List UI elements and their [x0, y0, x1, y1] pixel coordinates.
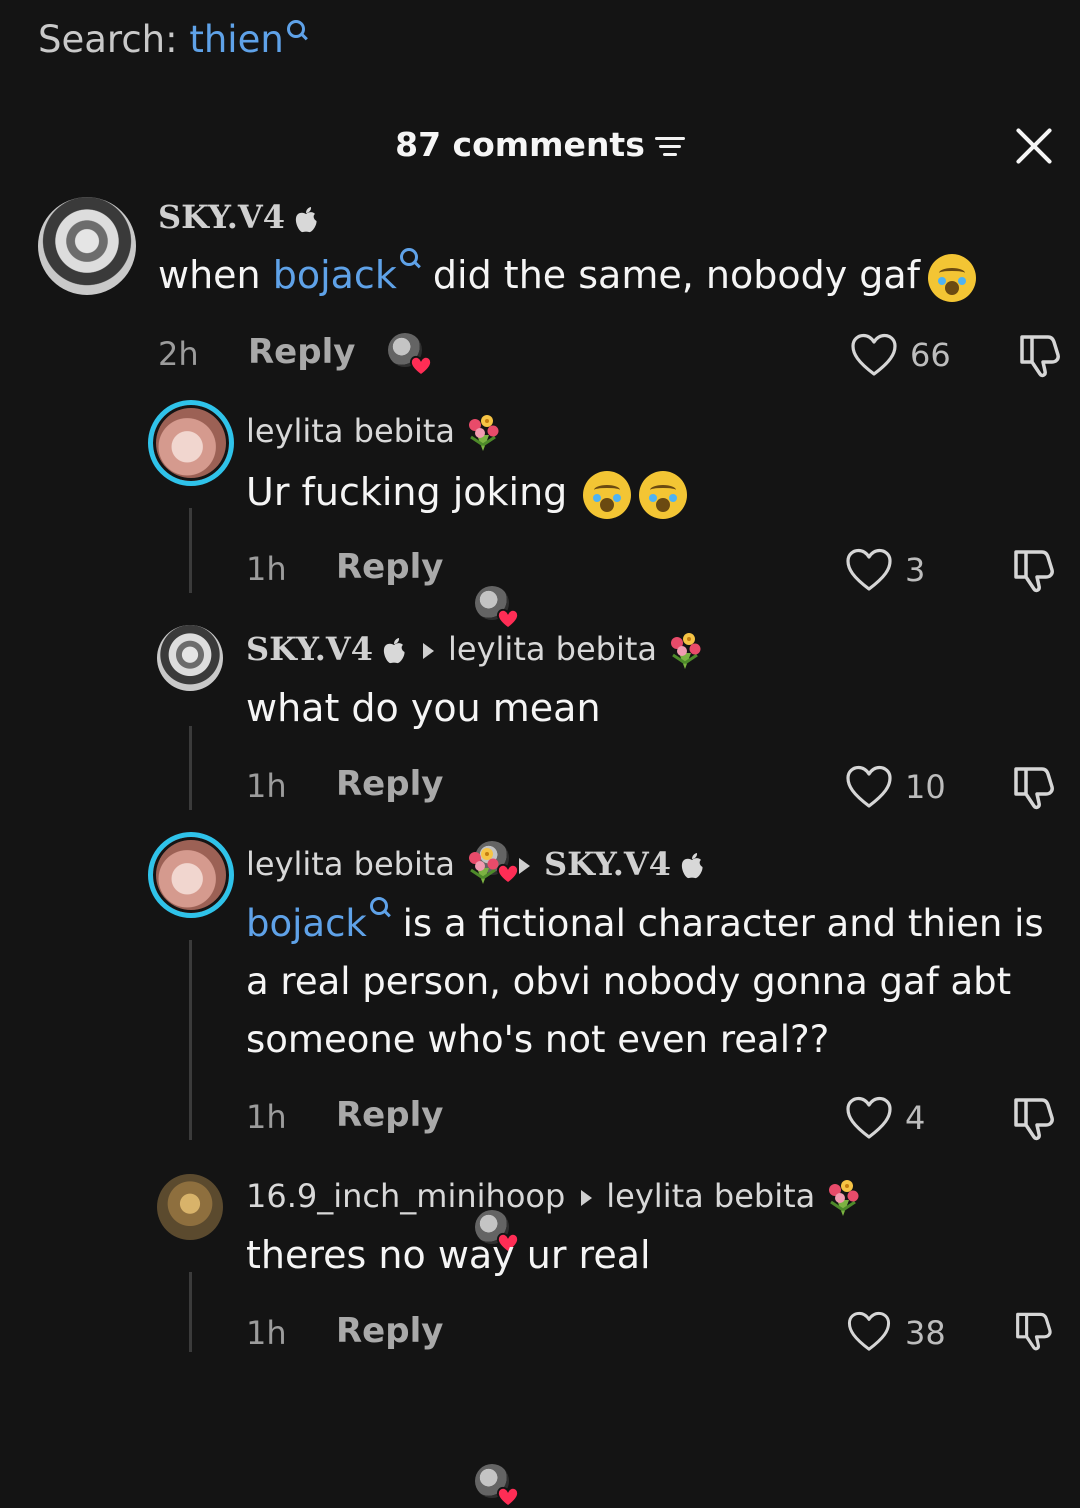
- loudly-crying-emoji: [928, 253, 977, 302]
- apple-icon: [293, 206, 319, 234]
- bouquet-emoji: [665, 631, 705, 671]
- comment-text: when bojack did the same, nobody gaf: [158, 246, 977, 304]
- search-icon: [286, 18, 308, 48]
- reply-button[interactable]: Reply: [336, 764, 443, 804]
- reply-arrow-icon: [581, 1190, 593, 1206]
- creator-liked-icon: [388, 333, 426, 371]
- creator-liked-icon: [475, 1464, 513, 1502]
- comment-text: Ur fucking joking: [246, 463, 688, 521]
- thread-line: [189, 1272, 192, 1352]
- thumbs-down-icon[interactable]: [1008, 1309, 1056, 1352]
- comment-time: 1h: [246, 767, 287, 805]
- avatar[interactable]: [157, 1174, 223, 1240]
- comment-time: 1h: [246, 550, 287, 588]
- bouquet-emoji: [823, 1178, 863, 1218]
- heart-outline-icon[interactable]: [845, 1311, 893, 1352]
- apple-icon: [381, 637, 407, 665]
- comment-author[interactable]: leylita bebita: [246, 412, 503, 453]
- like-count: 4: [905, 1099, 926, 1137]
- thumbs-down-icon[interactable]: [1008, 763, 1056, 811]
- comment-author[interactable]: SKY.V4: [158, 198, 319, 236]
- search-label: Search:: [38, 18, 190, 61]
- like-count: 10: [905, 768, 946, 806]
- comment-author[interactable]: leylita bebita SKY.V4: [246, 845, 705, 886]
- avatar[interactable]: [148, 400, 234, 486]
- search-icon: [399, 246, 421, 276]
- comment-text: theres no way ur real: [246, 1233, 651, 1277]
- thumbs-down-icon[interactable]: [1008, 1094, 1056, 1142]
- bouquet-emoji: [463, 413, 503, 453]
- heart-outline-icon[interactable]: [850, 333, 898, 377]
- apple-icon: [679, 852, 705, 880]
- comments-header: 87 comments: [0, 125, 1080, 164]
- comment-time: 1h: [246, 1314, 287, 1352]
- thread-line: [189, 940, 192, 1140]
- heart-outline-icon[interactable]: [845, 548, 893, 592]
- heart-outline-icon[interactable]: [845, 765, 893, 809]
- thread-line: [189, 508, 192, 593]
- filter-icon[interactable]: [654, 135, 685, 159]
- reply-button[interactable]: Reply: [248, 332, 355, 372]
- comment-text: what do you mean: [246, 686, 601, 730]
- like-count: 38: [905, 1314, 946, 1352]
- bouquet-emoji: [463, 846, 503, 886]
- comment-time: 1h: [246, 1098, 287, 1136]
- avatar[interactable]: [38, 197, 136, 295]
- thread-line: [189, 726, 192, 810]
- reply-button[interactable]: Reply: [336, 1095, 443, 1135]
- avatar[interactable]: [157, 625, 223, 691]
- creator-liked-icon: [475, 586, 513, 624]
- comment-time: 2h: [158, 335, 199, 373]
- mention-link[interactable]: bojack: [273, 248, 421, 297]
- like-count: 66: [910, 336, 951, 374]
- thumbs-down-icon[interactable]: [1008, 546, 1056, 594]
- comment-text: bojack is a fictional character and thie…: [246, 895, 1044, 1069]
- comment-author[interactable]: SKY.V4 leylita bebita: [246, 630, 705, 671]
- heart-outline-icon[interactable]: [845, 1096, 893, 1140]
- comment-count: 87 comments: [395, 125, 645, 164]
- search-icon: [369, 895, 391, 925]
- mention-link[interactable]: bojack: [246, 897, 391, 945]
- reply-button[interactable]: Reply: [336, 1311, 443, 1351]
- close-icon[interactable]: [1012, 124, 1056, 168]
- thumbs-down-icon[interactable]: [1014, 331, 1062, 379]
- avatar[interactable]: [148, 832, 234, 918]
- like-count: 3: [905, 551, 926, 589]
- loudly-crying-emoji: [639, 470, 688, 519]
- reply-arrow-icon: [518, 858, 530, 874]
- reply-button[interactable]: Reply: [336, 547, 443, 587]
- reply-arrow-icon: [423, 643, 435, 659]
- search-suggestion[interactable]: Search: thien: [38, 18, 308, 61]
- comment-author[interactable]: 16.9_inch_minihoop leylita bebita: [246, 1177, 863, 1218]
- search-term: thien: [189, 18, 284, 61]
- loudly-crying-emoji: [583, 470, 632, 519]
